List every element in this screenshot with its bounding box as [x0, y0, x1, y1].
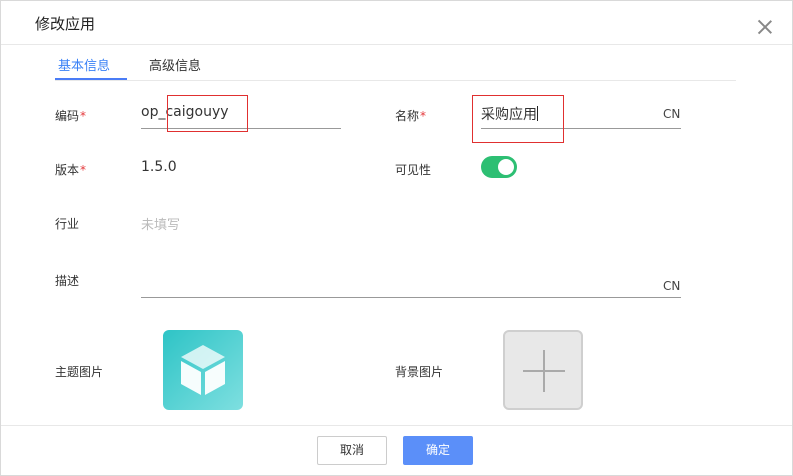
cancel-button[interactable]: 取消 — [317, 436, 387, 465]
theme-image-upload[interactable] — [163, 330, 243, 410]
code-label-text: 编码 — [55, 109, 80, 123]
highlight-box-name — [472, 95, 564, 143]
code-field-label: 编码* — [55, 107, 86, 124]
dialog-footer: 取消 确定 — [1, 425, 792, 476]
visibility-toggle[interactable] — [481, 156, 517, 178]
highlight-box-code — [167, 95, 248, 132]
tab-basic-info[interactable]: 基本信息 — [58, 55, 110, 74]
description-lang-indicator[interactable]: CN — [663, 279, 680, 293]
name-lang-indicator[interactable]: CN — [663, 107, 680, 121]
industry-input[interactable]: 未填写 — [141, 214, 180, 233]
description-field-label: 描述 — [55, 274, 80, 288]
confirm-button[interactable]: 确定 — [403, 436, 473, 465]
required-mark: * — [80, 109, 87, 123]
theme-image-label: 主题图片 — [55, 365, 104, 379]
edit-app-dialog: 修改应用 基本信息 高级信息 编码* op_caigouyy 名称* 采购应用 … — [0, 0, 793, 476]
description-input[interactable] — [141, 273, 651, 293]
plus-icon-vertical — [543, 350, 545, 392]
background-image-upload[interactable] — [503, 330, 583, 410]
description-input-underline — [141, 297, 681, 298]
required-mark: * — [80, 163, 87, 177]
name-field-label: 名称* — [395, 107, 426, 124]
visibility-field-label: 可见性 — [395, 163, 432, 177]
name-label-text: 名称 — [395, 109, 420, 123]
toggle-knob — [498, 159, 514, 175]
tab-bar: 基本信息 高级信息 — [55, 45, 736, 81]
close-icon[interactable] — [756, 18, 774, 36]
version-value: 1.5.0 — [141, 159, 177, 175]
required-mark: * — [420, 109, 427, 123]
dialog-header: 修改应用 — [1, 1, 792, 45]
dialog-title: 修改应用 — [35, 15, 96, 33]
industry-field-label: 行业 — [55, 217, 80, 231]
active-tab-indicator — [55, 78, 127, 80]
version-field-label: 版本* — [55, 161, 86, 178]
cube-icon — [181, 345, 225, 395]
tab-advanced-info[interactable]: 高级信息 — [149, 55, 201, 74]
version-label-text: 版本 — [55, 163, 80, 177]
background-image-label: 背景图片 — [395, 365, 444, 379]
